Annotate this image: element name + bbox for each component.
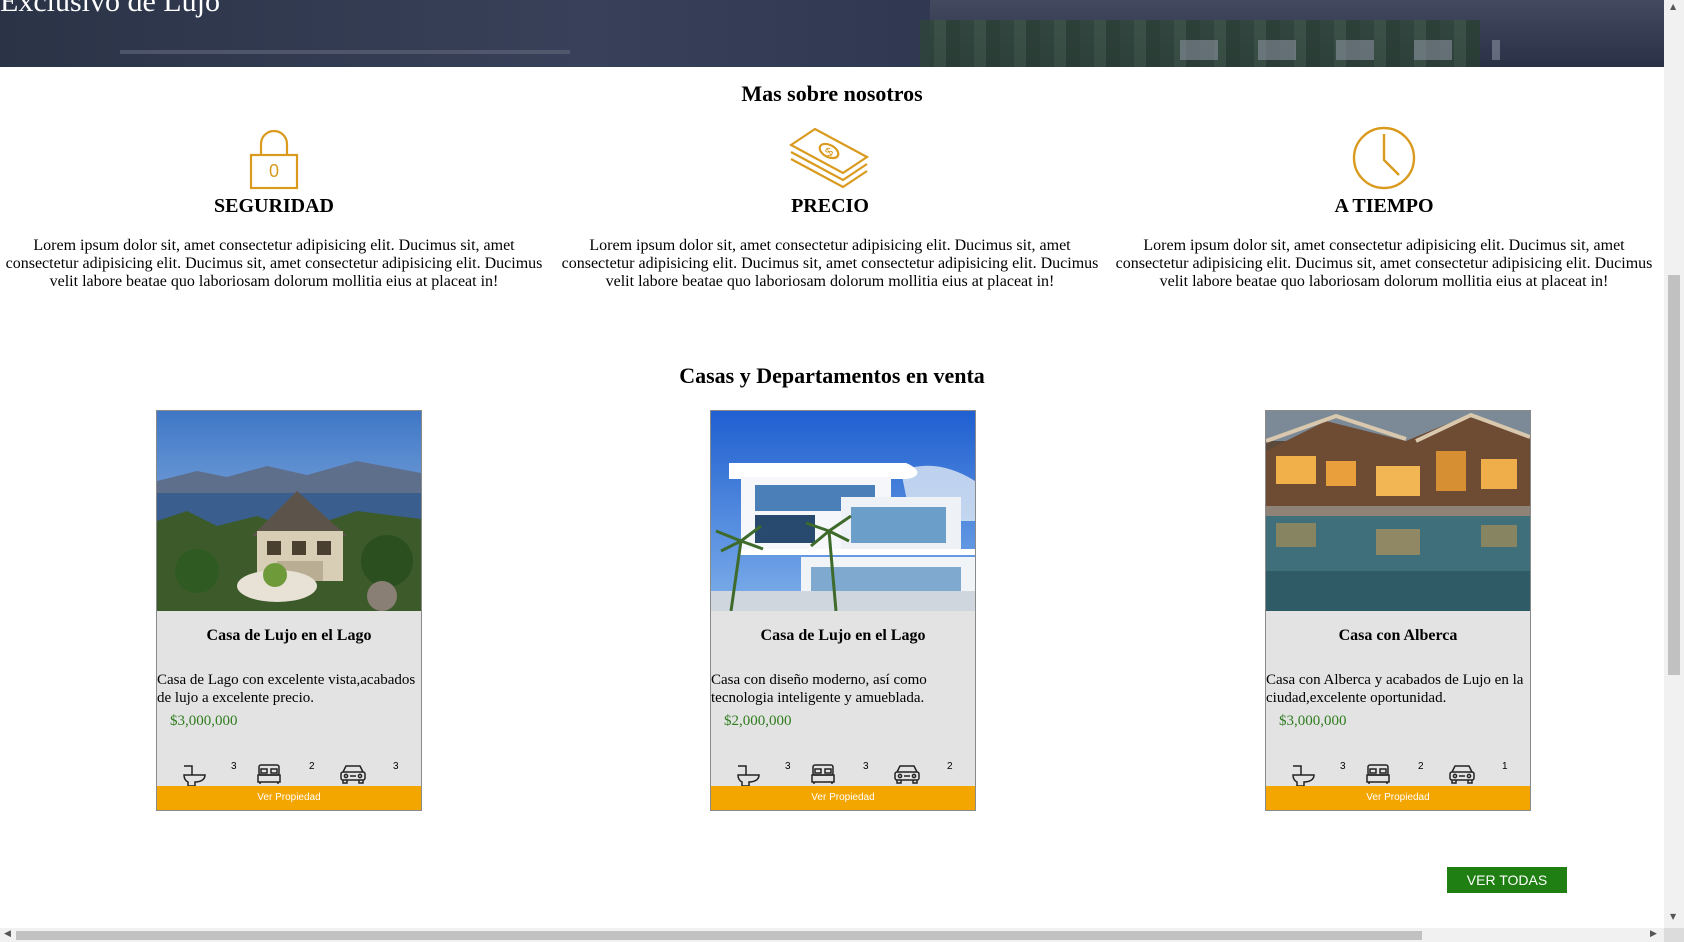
baths-count: 3	[1340, 761, 1346, 772]
feature-text: Lorem ipsum dolor sit, amet consectetur …	[1115, 237, 1653, 290]
property-card: Casa con Alberca Casa con Alberca y acab…	[1265, 410, 1531, 811]
property-description: Casa con diseño moderno, así como tecnol…	[711, 672, 927, 706]
bed-icon	[811, 764, 835, 784]
scroll-right-arrow-icon[interactable]: ▶	[1650, 929, 1657, 939]
parking-count: 2	[947, 761, 953, 772]
hero-title: Exclusivo de Lujo	[0, 0, 220, 18]
baths-count: 3	[231, 761, 237, 772]
feature-title: SEGURIDAD	[213, 195, 335, 217]
property-title: Casa de Lujo en el Lago	[206, 627, 372, 644]
horizontal-scroll-thumb[interactable]	[16, 931, 1422, 940]
property-photo-lake-house	[157, 411, 421, 611]
feature-text: Lorem ipsum dolor sit, amet consectetur …	[561, 237, 1099, 290]
toilet-icon	[737, 765, 760, 787]
feature-on-time: A TIEMPO Lorem ipsum dolor sit, amet con…	[1110, 125, 1658, 291]
feature-price: $ PRECIO Lorem ipsum dolor sit, amet con…	[556, 125, 1104, 291]
beds-count: 2	[309, 761, 315, 772]
lock-digit: 0	[269, 161, 279, 181]
property-title: Casa con Alberca	[1338, 627, 1458, 644]
baths-count: 3	[785, 761, 791, 772]
hero-pool-loungers	[1180, 40, 1500, 60]
scroll-down-arrow-icon[interactable]: ▼	[1670, 912, 1676, 921]
hero-railing	[120, 50, 570, 54]
clock-icon	[1352, 126, 1416, 190]
beds-count: 2	[1418, 761, 1424, 772]
vertical-scrollbar[interactable]: ▲ ▼	[1664, 0, 1684, 928]
property-photo-pool-house	[1266, 411, 1530, 611]
car-icon	[894, 765, 920, 784]
bed-icon	[1366, 764, 1390, 784]
beds-count: 3	[863, 761, 869, 772]
scroll-up-arrow-icon[interactable]: ▲	[1670, 2, 1676, 11]
feature-title: A TIEMPO	[1334, 195, 1434, 217]
money-icon: $	[789, 127, 870, 189]
property-photo-modern-house	[711, 411, 975, 611]
parking-count: 3	[393, 761, 399, 772]
page-viewport: Exclusivo de Lujo Mas sobre nosotros 0 S…	[0, 0, 1664, 928]
scroll-left-arrow-icon[interactable]: ◀	[4, 929, 11, 939]
lock-icon: 0	[249, 129, 299, 190]
property-price: $2,000,000	[724, 713, 792, 729]
property-price: $3,000,000	[170, 713, 238, 729]
property-amenities: 3 2 1	[1266, 751, 1530, 791]
view-property-button[interactable]: Ver Propiedad	[157, 786, 421, 810]
property-price: $3,000,000	[1279, 713, 1347, 729]
parking-count: 1	[1502, 761, 1508, 772]
view-all-button[interactable]: VER TODAS	[1447, 867, 1567, 893]
car-icon	[340, 765, 366, 784]
toilet-icon	[183, 765, 206, 787]
property-title: Casa de Lujo en el Lago	[760, 627, 926, 644]
car-icon	[1449, 765, 1475, 784]
bed-icon	[257, 764, 281, 784]
vertical-scroll-thumb[interactable]	[1668, 275, 1680, 675]
horizontal-scrollbar[interactable]: ◀ ▶	[0, 928, 1664, 942]
property-card: Casa de Lujo en el Lago Casa de Lago con…	[156, 410, 422, 811]
view-property-button[interactable]: Ver Propiedad	[711, 786, 975, 810]
property-card: Casa de Lujo en el Lago Casa con diseño …	[710, 410, 976, 811]
hero-banner: Exclusivo de Lujo	[0, 0, 1664, 67]
property-description: Casa con Alberca y acabados de Lujo en l…	[1266, 672, 1524, 706]
feature-security: 0 SEGURIDAD Lorem ipsum dolor sit, amet …	[0, 125, 548, 291]
view-property-button[interactable]: Ver Propiedad	[1266, 786, 1530, 810]
toilet-icon	[1292, 765, 1315, 787]
property-amenities: 3 3 2	[711, 751, 975, 791]
about-heading: Mas sobre nosotros	[741, 81, 923, 106]
scrollbar-corner	[1664, 928, 1684, 942]
property-amenities: 3 2 3	[157, 751, 421, 791]
property-description: Casa de Lago con excelente vista,acabado…	[157, 672, 416, 706]
listings-heading: Casas y Departamentos en venta	[679, 363, 985, 388]
feature-text: Lorem ipsum dolor sit, amet consectetur …	[5, 237, 543, 290]
feature-title: PRECIO	[791, 195, 869, 217]
